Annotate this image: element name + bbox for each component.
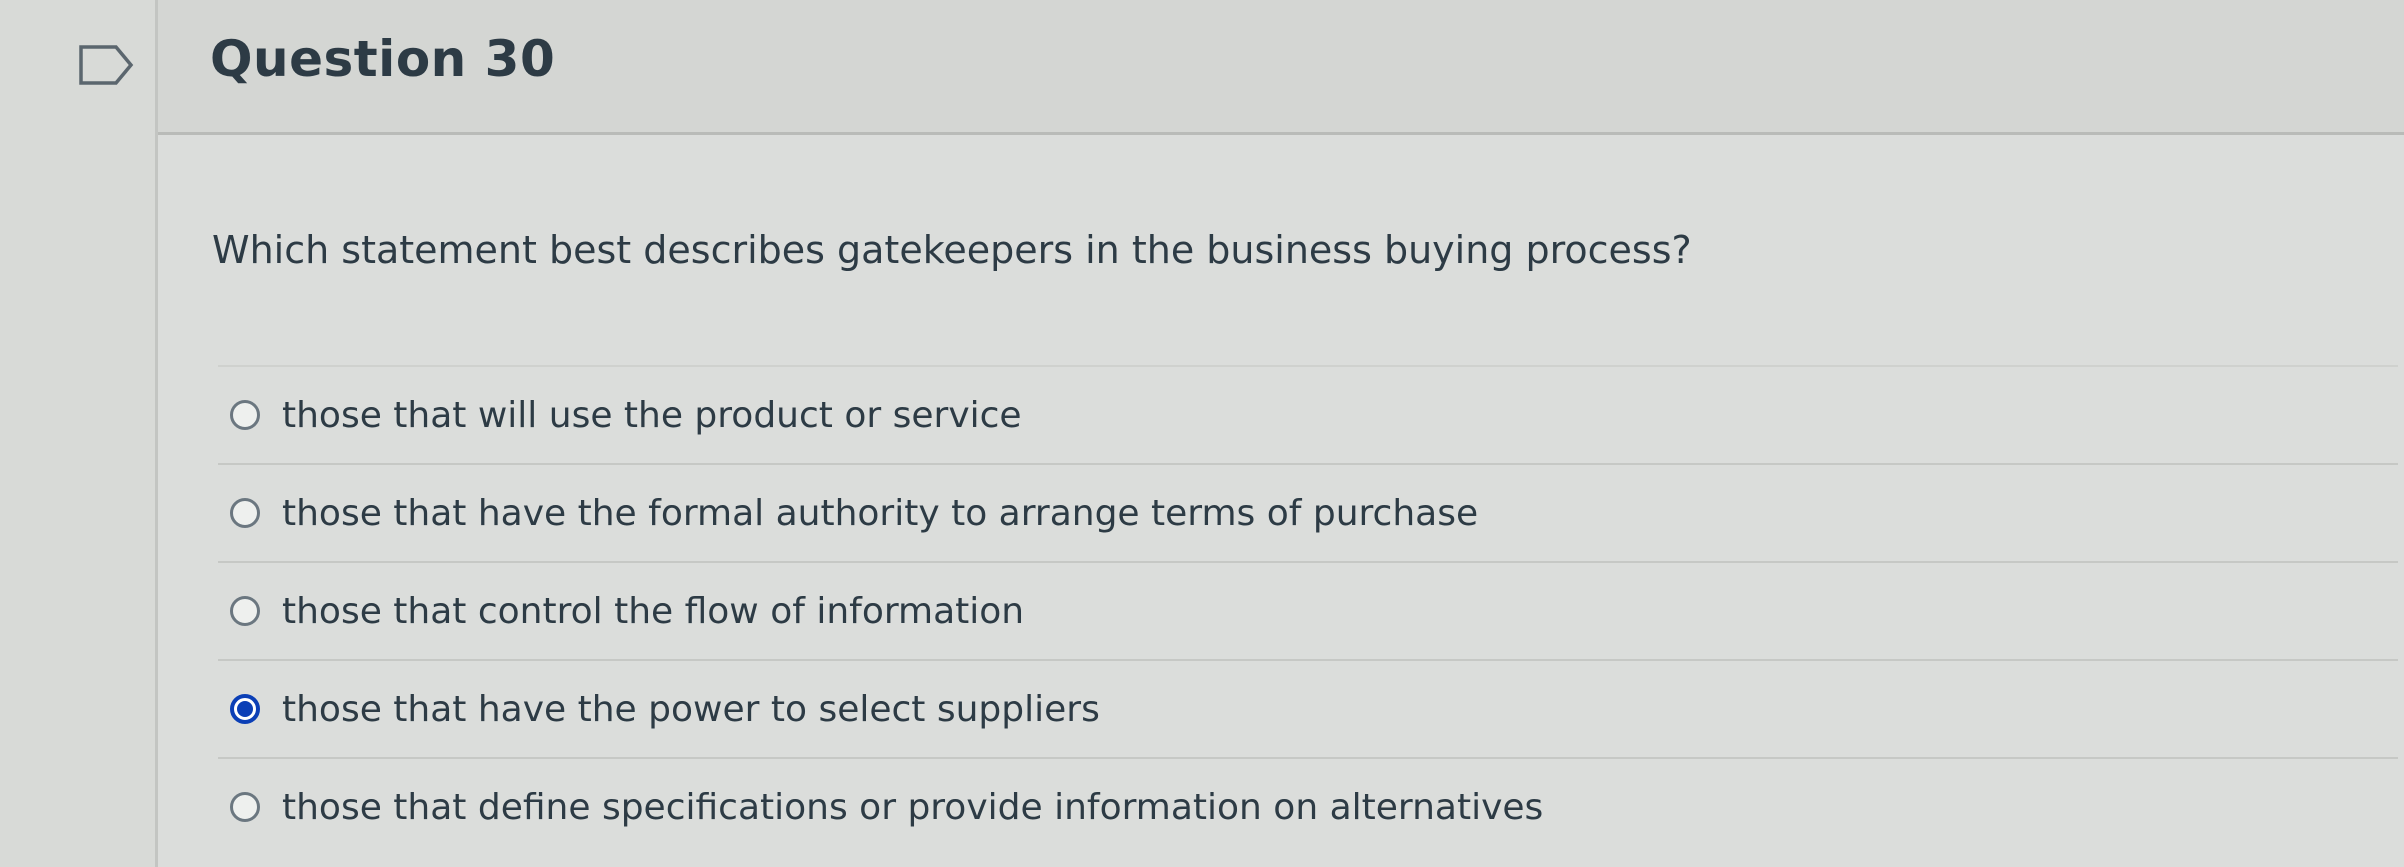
answer-label: those that control the flow of informati…	[282, 590, 1025, 632]
question-box: Question 30 Which statement best describ…	[155, 0, 2404, 867]
radio-dot	[237, 701, 253, 717]
flag-question-icon	[79, 45, 134, 85]
answer-label: those that define specifications or prov…	[282, 786, 1544, 828]
answer-label: those that have the formal authority to …	[282, 492, 1479, 534]
question-header: Question 30	[158, 0, 2404, 135]
radio-button-icon[interactable]	[230, 498, 260, 528]
question-text: Which statement best describes gatekeepe…	[212, 228, 1692, 272]
answer-label: those that have the power to select supp…	[282, 688, 1100, 730]
quiz-page: Question 30 Which statement best describ…	[0, 0, 2404, 867]
radio-button-icon[interactable]	[230, 792, 260, 822]
answer-list: those that will use the product or servi…	[218, 365, 2398, 855]
question-title: Question 30	[210, 30, 556, 88]
flag-column	[0, 0, 155, 867]
radio-button-icon[interactable]	[230, 400, 260, 430]
radio-button-selected-icon[interactable]	[230, 694, 260, 724]
answer-option-4[interactable]: those that have the power to select supp…	[218, 659, 2398, 757]
answer-option-3[interactable]: those that control the flow of informati…	[218, 561, 2398, 659]
answer-option-2[interactable]: those that have the formal authority to …	[218, 463, 2398, 561]
radio-button-icon[interactable]	[230, 596, 260, 626]
answer-option-1[interactable]: those that will use the product or servi…	[218, 365, 2398, 463]
flag-question-button[interactable]	[78, 44, 134, 86]
answer-option-5[interactable]: those that define specifications or prov…	[218, 757, 2398, 855]
answer-label: those that will use the product or servi…	[282, 394, 1022, 436]
